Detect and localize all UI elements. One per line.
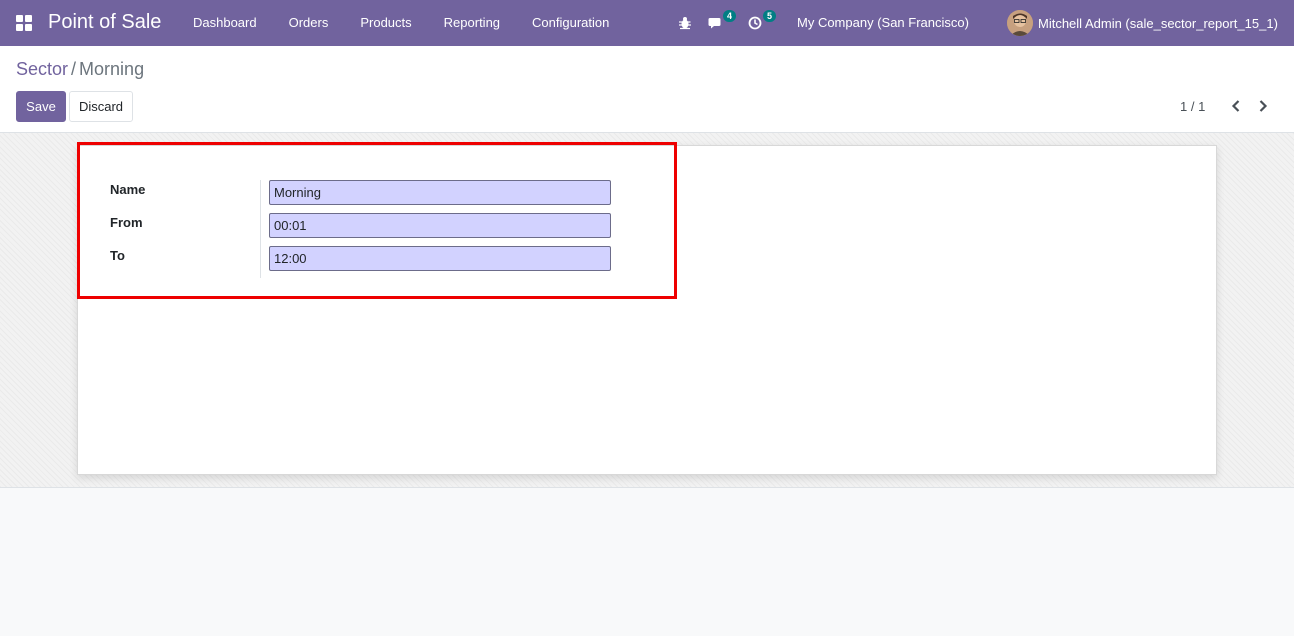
menu-configuration[interactable]: Configuration [516, 0, 625, 46]
pager-value[interactable]: 1 / 1 [1180, 99, 1205, 114]
user-avatar [1007, 10, 1033, 36]
chat-icon[interactable]: 4 [708, 10, 736, 32]
main-menu: Dashboard Orders Products Reporting Conf… [177, 0, 625, 46]
name-input[interactable] [269, 180, 611, 205]
from-input[interactable] [269, 213, 611, 238]
form-sheet [77, 145, 1217, 475]
to-input[interactable] [269, 246, 611, 271]
app-brand[interactable]: Point of Sale [48, 11, 161, 34]
chat-badge: 4 [722, 10, 736, 22]
menu-dashboard[interactable]: Dashboard [177, 0, 273, 46]
user-name: Mitchell Admin (sale_sector_report_15_1) [1038, 15, 1278, 31]
discard-button[interactable]: Discard [69, 91, 133, 122]
pager-previous-icon[interactable] [1228, 98, 1244, 114]
menu-products[interactable]: Products [344, 0, 427, 46]
breadcrumb: Sector / Morning [16, 59, 144, 80]
menu-orders[interactable]: Orders [273, 0, 345, 46]
from-label: From [110, 215, 143, 230]
breadcrumb-current: Morning [79, 59, 145, 79]
save-button[interactable]: Save [16, 91, 66, 122]
name-label: Name [110, 182, 146, 197]
breadcrumb-sector-link[interactable]: Sector [16, 59, 68, 79]
debug-bug-icon[interactable] [678, 14, 696, 32]
pager-next-icon[interactable] [1255, 98, 1271, 114]
user-menu[interactable]: Mitchell Admin (sale_sector_report_15_1) [1007, 10, 1278, 36]
company-switcher[interactable]: My Company (San Francisco) [797, 15, 969, 30]
label-divider [260, 180, 261, 278]
top-navbar: Point of Sale Dashboard Orders Products … [0, 0, 1294, 46]
activity-clock-icon[interactable]: 5 [748, 10, 776, 32]
activity-badge: 5 [762, 10, 776, 22]
to-label: To [110, 248, 125, 263]
breadcrumb-separator: / [71, 59, 77, 79]
apps-menu-icon[interactable] [16, 15, 32, 31]
control-panel: Sector / Morning Save Discard 1 / 1 [0, 46, 1294, 133]
menu-reporting[interactable]: Reporting [428, 0, 516, 46]
